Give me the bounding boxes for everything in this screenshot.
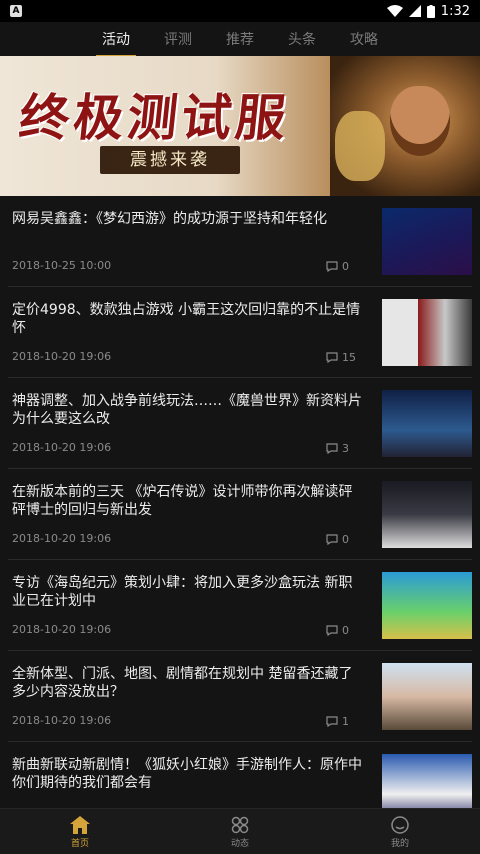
tab-guide[interactable]: 攻略 [350,25,378,53]
article-title: 神器调整、加入战争前线玩法……《魔兽世界》新资料片为什么要这么改 [12,393,362,427]
nav-home[interactable]: 首页 [40,814,120,849]
app-notification-icon: A [10,5,22,17]
clock-text: 1:32 [440,3,470,19]
comment-count-text: 1 [342,715,349,728]
battery-icon [426,4,435,18]
tab-review[interactable]: 评测 [164,25,192,53]
promo-banner[interactable]: 终极测试服 震撼来袭 [0,56,480,196]
article-title: 新曲新联动新剧情！《狐妖小红娘》手游制作人：原作中你们期待的我们都会有 [12,757,362,791]
comment-count-text: 0 [342,624,349,637]
comment-count-text: 15 [342,351,356,364]
article-item[interactable]: 专访《海岛纪元》策划小肆：将加入更多沙盒玩法 新职业已在计划中 2018-10-… [8,560,472,651]
article-thumbnail [382,572,472,639]
nav-home-label: 首页 [70,839,89,849]
article-title: 定价4998、数款独占游戏 小霸王这次回归靠的不止是情怀 [12,302,361,336]
wifi-icon [386,5,403,17]
comment-icon [326,534,338,545]
article-item[interactable]: 全新体型、门派、地图、剧情都在规划中 楚留香还藏了多少内容没放出？ 2018-1… [8,651,472,742]
comment-icon [326,261,338,272]
article-thumbnail [382,390,472,457]
banner-lion-statue [335,111,385,181]
comment-count: 0 [326,260,349,273]
article-date: 2018-10-20 19:06 [12,441,112,454]
status-bar: A 1:32 [0,0,480,22]
comment-count: 1 [326,715,349,728]
profile-icon [391,816,409,834]
nav-feed-label: 动态 [230,839,249,849]
article-thumbnail [382,208,472,275]
article-title: 在新版本前的三天 《炉石传说》设计师带你再次解读砰砰博士的回归与新出发 [12,484,353,518]
article-thumbnail [382,299,472,366]
article-date: 2018-10-20 19:06 [12,714,112,727]
article-date: 2018-10-20 19:06 [12,532,112,545]
tab-recommend[interactable]: 推荐 [226,25,254,53]
nav-profile-label: 我的 [390,839,409,849]
banner-title: 终极测试服 [16,88,293,147]
comment-icon [326,716,338,727]
tab-headline[interactable]: 头条 [288,25,316,53]
comment-count: 0 [326,624,349,637]
article-date: 2018-10-20 19:06 [12,623,112,636]
banner-subtitle: 震撼来袭 [100,146,240,174]
tab-activity[interactable]: 活动 [96,25,136,57]
article-thumbnail [382,663,472,730]
article-item[interactable]: 神器调整、加入战争前线玩法……《魔兽世界》新资料片为什么要这么改 2018-10… [8,378,472,469]
article-item[interactable]: 网易吴鑫鑫：《梦幻西游》的成功源于坚持和年轻化 2018-10-25 10:00… [8,196,472,287]
bottom-navigation: 首页 动态 我的 [0,808,480,854]
comment-count: 0 [326,533,349,546]
article-thumbnail [382,481,472,548]
signal-icon [408,5,421,17]
comment-icon [326,443,338,454]
comment-count: 15 [326,351,356,364]
article-thumbnail [382,754,472,808]
nav-profile[interactable]: 我的 [360,814,440,849]
home-icon [70,816,90,834]
comment-count-text: 0 [342,260,349,273]
comment-icon [326,352,338,363]
article-item[interactable]: 定价4998、数款独占游戏 小霸王这次回归靠的不止是情怀 2018-10-20 … [8,287,472,378]
comment-count: 3 [326,442,349,455]
feed-icon [231,816,249,834]
category-tabs: 活动 评测 推荐 头条 攻略 [0,22,480,57]
article-title: 网易吴鑫鑫：《梦幻西游》的成功源于坚持和年轻化 [12,211,327,227]
article-title: 全新体型、门派、地图、剧情都在规划中 楚留香还藏了多少内容没放出？ [12,666,353,700]
article-date: 2018-10-20 19:06 [12,350,112,363]
comment-icon [326,625,338,636]
article-title: 专访《海岛纪元》策划小肆：将加入更多沙盒玩法 新职业已在计划中 [12,575,353,609]
article-list: 网易吴鑫鑫：《梦幻西游》的成功源于坚持和年轻化 2018-10-25 10:00… [0,196,480,808]
comment-count-text: 3 [342,442,349,455]
comment-count-text: 0 [342,533,349,546]
article-date: 2018-10-25 10:00 [12,259,112,272]
nav-feed[interactable]: 动态 [200,814,280,849]
banner-warrior-figure [390,86,450,156]
article-item[interactable]: 新曲新联动新剧情！《狐妖小红娘》手游制作人：原作中你们期待的我们都会有 [8,742,472,808]
article-item[interactable]: 在新版本前的三天 《炉石传说》设计师带你再次解读砰砰博士的回归与新出发 2018… [8,469,472,560]
